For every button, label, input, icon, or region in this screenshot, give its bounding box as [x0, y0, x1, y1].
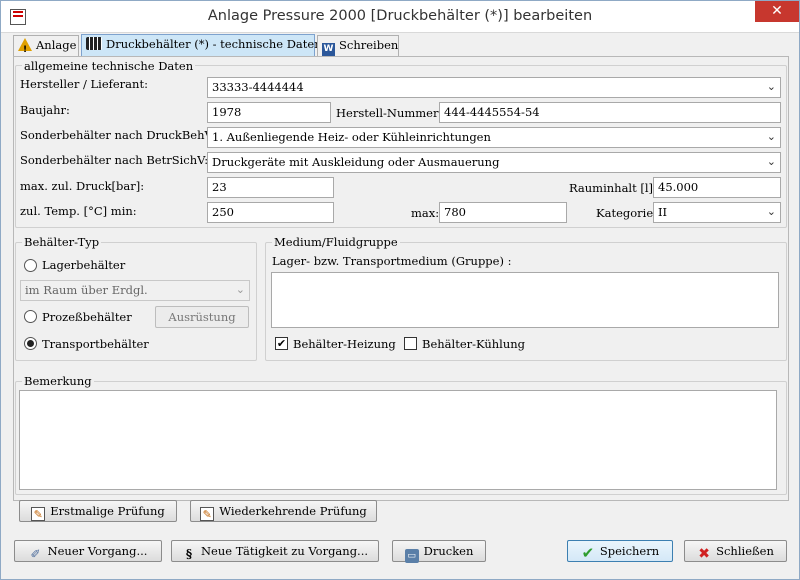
drucken-button[interactable]: ▭ Drucken — [392, 540, 486, 563]
paragraph-icon: § — [185, 547, 193, 561]
edit-document-icon: ✎ — [31, 507, 46, 521]
betrsichv-value: Druckgeräte mit Auskleidung oder Ausmaue… — [212, 155, 500, 169]
schliessen-label: Schließen — [716, 544, 774, 558]
prozess-label[interactable]: Prozeßbehälter — [42, 310, 132, 324]
kategorie-select[interactable]: II ⌄ — [653, 202, 781, 223]
bemerkung-group-title: Bemerkung — [22, 374, 94, 388]
temp-min-label: zul. Temp. [°C] min: — [20, 204, 137, 218]
behaelter-typ-group-title: Behälter-Typ — [22, 235, 102, 249]
neue-taetigkeit-button[interactable]: § Neue Tätigkeit zu Vorgang... — [171, 540, 379, 562]
title-bar: Anlage Pressure 2000 [Druckbehälter (*)]… — [1, 1, 799, 33]
lager-location-select[interactable]: im Raum über Erdgl. ⌄ — [20, 280, 250, 301]
medium-textarea[interactable] — [271, 272, 779, 328]
hersteller-value: 33333-4444444 — [212, 80, 304, 94]
betrsichv-select[interactable]: Druckgeräte mit Auskleidung oder Ausmaue… — [207, 152, 781, 173]
kategorie-value: II — [658, 205, 668, 219]
word-document-icon: W — [322, 43, 335, 56]
medium-group-title: Medium/Fluidgruppe — [272, 235, 400, 249]
erstmalige-pruefung-button[interactable]: ✎ Erstmalige Prüfung — [19, 500, 177, 522]
general-data-group-title: allgemeine technische Daten — [22, 59, 196, 73]
druck-label: max. zul. Druck[bar]: — [20, 179, 145, 193]
tab-druckbehaelter-label: Druckbehälter (*) - technische Daten — [106, 37, 322, 51]
dialog-window: Anlage Pressure 2000 [Druckbehälter (*)]… — [0, 0, 800, 580]
chevron-down-icon: ⌄ — [235, 283, 245, 296]
neuer-vorgang-button[interactable]: ✐ Neuer Vorgang... — [14, 540, 162, 562]
bemerkung-textarea[interactable] — [19, 390, 777, 490]
checkmark-icon: ✔ — [581, 544, 595, 562]
lager-location-value: im Raum über Erdgl. — [25, 283, 148, 297]
baujahr-label: Baujahr: — [20, 103, 70, 117]
druckbehv-label: Sonderbehälter nach DruckBehV: — [20, 128, 216, 142]
window-close-button[interactable]: ✕ — [755, 1, 799, 22]
kategorie-label: Kategorie — [596, 206, 654, 220]
heizung-label[interactable]: Behälter-Heizung — [293, 337, 396, 351]
speichern-button[interactable]: ✔ Speichern — [567, 540, 673, 562]
temp-min-input[interactable]: 250 — [207, 202, 334, 223]
tab-druckbehaelter[interactable]: Druckbehälter (*) - technische Daten — [81, 34, 322, 56]
lager-label[interactable]: Lagerbehälter — [42, 258, 125, 272]
edit-document-icon: ✎ — [200, 507, 215, 521]
schliessen-button[interactable]: ✖ Schließen — [684, 540, 787, 562]
rauminhalt-label: Rauminhalt [l] — [569, 181, 654, 195]
tab-anlage-label: Anlage — [36, 38, 77, 52]
drucken-label: Drucken — [423, 544, 474, 558]
speichern-label: Speichern — [599, 544, 660, 558]
tab-schreiben[interactable]: W Schreiben — [317, 35, 399, 56]
neue-taetigkeit-label: Neue Tätigkeit zu Vorgang... — [200, 544, 369, 558]
tab-anlage[interactable]: ! Anlage — [13, 35, 79, 56]
chevron-down-icon: ⌄ — [766, 155, 776, 168]
temp-max-label: max: — [411, 206, 440, 220]
chevron-down-icon: ⌄ — [766, 205, 776, 218]
transport-radio[interactable] — [24, 337, 37, 350]
prozess-radio[interactable] — [24, 310, 37, 323]
baujahr-input[interactable]: 1978 — [207, 102, 331, 123]
check-mark-icon: ✔ — [276, 337, 287, 350]
close-x-icon: ✖ — [698, 546, 710, 562]
betrsichv-label: Sonderbehälter nach BetrSichV: — [20, 153, 209, 167]
tab-schreiben-label: Schreiben — [339, 38, 399, 52]
lager-radio[interactable] — [24, 259, 37, 272]
transport-label[interactable]: Transportbehälter — [42, 337, 149, 351]
heizung-checkbox[interactable]: ✔ — [275, 337, 288, 350]
kuehlung-checkbox[interactable] — [404, 337, 417, 350]
neuer-vorgang-label: Neuer Vorgang... — [47, 544, 148, 558]
temp-max-input[interactable]: 780 — [439, 202, 567, 223]
wiederkehrende-pruefung-label: Wiederkehrende Prüfung — [219, 504, 367, 518]
druckbehv-select[interactable]: 1. Außenliegende Heiz- oder Kühleinricht… — [207, 127, 781, 148]
printer-icon: ▭ — [404, 549, 419, 563]
warning-icon: ! — [18, 38, 32, 55]
medium-label: Lager- bzw. Transportmedium (Gruppe) : — [272, 254, 512, 268]
hersteller-label: Hersteller / Lieferant: — [20, 77, 148, 91]
rauminhalt-input[interactable]: 45.000 — [653, 177, 781, 198]
pencil-icon: ✐ — [30, 547, 41, 561]
herstellnr-input[interactable]: 444-4445554-54 — [439, 102, 781, 123]
druckbehv-value: 1. Außenliegende Heiz- oder Kühleinricht… — [212, 130, 491, 144]
hersteller-select[interactable]: 33333-4444444 ⌄ — [207, 77, 781, 98]
window-title: Anlage Pressure 2000 [Druckbehälter (*)]… — [207, 8, 593, 24]
cylinders-icon — [86, 37, 102, 50]
wiederkehrende-pruefung-button[interactable]: ✎ Wiederkehrende Prüfung — [190, 500, 377, 522]
chevron-down-icon: ⌄ — [766, 80, 776, 93]
herstellnr-label: Herstell-Nummer — [336, 106, 439, 120]
druck-input[interactable]: 23 — [207, 177, 334, 198]
ausruestung-button[interactable]: Ausrüstung — [155, 306, 249, 328]
chevron-down-icon: ⌄ — [766, 130, 776, 143]
kuehlung-label[interactable]: Behälter-Kühlung — [422, 337, 525, 351]
erstmalige-pruefung-label: Erstmalige Prüfung — [50, 504, 165, 518]
